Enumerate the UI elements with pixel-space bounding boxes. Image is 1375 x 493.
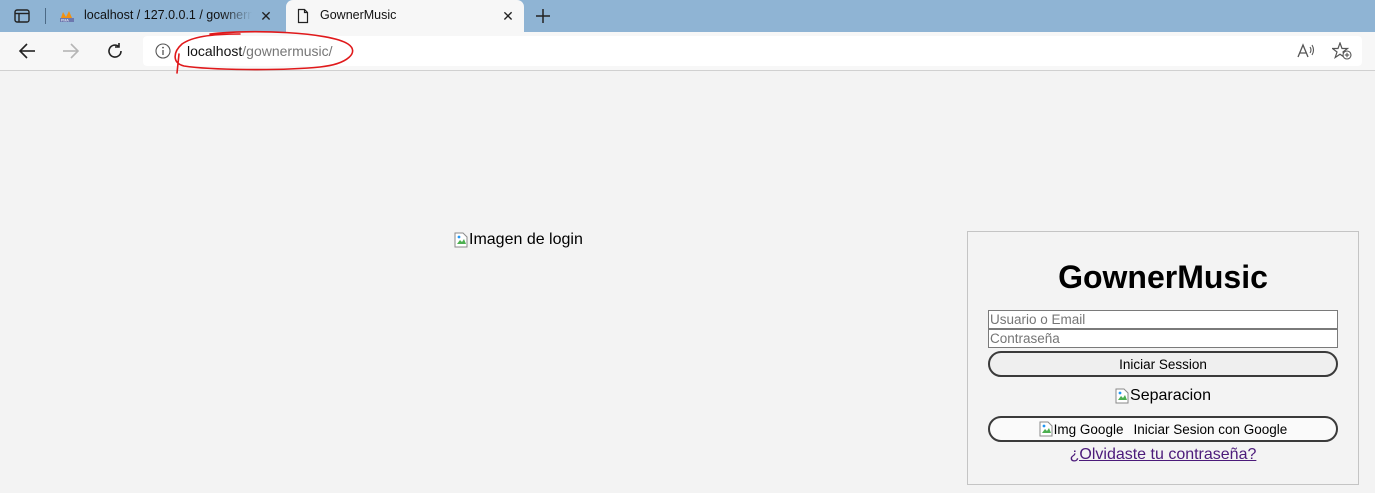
arrow-left-icon: [18, 43, 35, 59]
tab-divider: [45, 8, 46, 24]
svg-text:PMA: PMA: [61, 19, 69, 23]
tab-strip: PMA localhost / 127.0.0.1 / gownermusic …: [0, 0, 1375, 32]
login-button[interactable]: Iniciar Session: [988, 351, 1338, 377]
phpmyadmin-icon: PMA: [60, 11, 74, 23]
password-input[interactable]: [988, 329, 1338, 348]
url-path: /gownermusic/: [242, 43, 333, 59]
back-button[interactable]: [14, 39, 40, 63]
broken-image-icon: [454, 232, 468, 248]
plus-icon: [536, 9, 550, 23]
site-info-icon[interactable]: [155, 43, 171, 59]
tab-title: localhost / 127.0.0.1 / gownermusic: [84, 8, 252, 22]
separator-image: Separacion: [968, 387, 1358, 405]
star-plus-icon: [1332, 42, 1352, 60]
broken-image-icon: [1039, 421, 1053, 437]
read-aloud-icon: [1297, 43, 1315, 58]
username-email-input[interactable]: [988, 310, 1338, 329]
tab-close-icon[interactable]: ✕: [258, 8, 274, 24]
app-title: GownerMusic: [1058, 259, 1268, 295]
forgot-password-link[interactable]: ¿Olvidaste tu contraseña?: [968, 446, 1358, 464]
google-login-button[interactable]: Img Google Iniciar Sesion con Google: [988, 416, 1338, 442]
address-bar[interactable]: localhost/gownermusic/: [143, 36, 1362, 66]
refresh-button[interactable]: [102, 39, 128, 63]
login-image: Imagen de login: [454, 231, 583, 249]
login-panel: GownerMusic Iniciar Session Separacion I…: [967, 231, 1359, 485]
arrow-right-icon: [63, 43, 80, 59]
google-image-alt-text: Img Google: [1053, 421, 1124, 437]
refresh-icon: [108, 43, 122, 58]
forward-button[interactable]: [58, 39, 84, 63]
url-text[interactable]: localhost/gownermusic/: [187, 43, 333, 59]
google-button-label: Iniciar Sesion con Google: [1133, 421, 1288, 437]
tab-title: GownerMusic: [320, 8, 397, 22]
separator-alt-text: Separacion: [1130, 387, 1211, 404]
add-favorite-button[interactable]: [1332, 42, 1352, 60]
tab-actions-icon: [14, 9, 30, 23]
browser-toolbar: localhost/gownermusic/: [0, 32, 1375, 71]
new-tab-button[interactable]: [530, 4, 556, 28]
google-image: Img Google: [1039, 421, 1124, 437]
login-image-alt-text: Imagen de login: [469, 231, 583, 248]
page-icon: [297, 8, 309, 24]
broken-image-icon: [1115, 388, 1129, 404]
url-host: localhost: [187, 43, 243, 59]
tab-close-icon[interactable]: ✕: [500, 8, 516, 24]
tab-gownermusic[interactable]: GownerMusic ✕: [286, 0, 524, 32]
tab-phpmyadmin[interactable]: PMA localhost / 127.0.0.1 / gownermusic …: [50, 0, 282, 32]
read-aloud-button[interactable]: [1296, 42, 1316, 60]
tab-actions-button[interactable]: [10, 6, 34, 26]
